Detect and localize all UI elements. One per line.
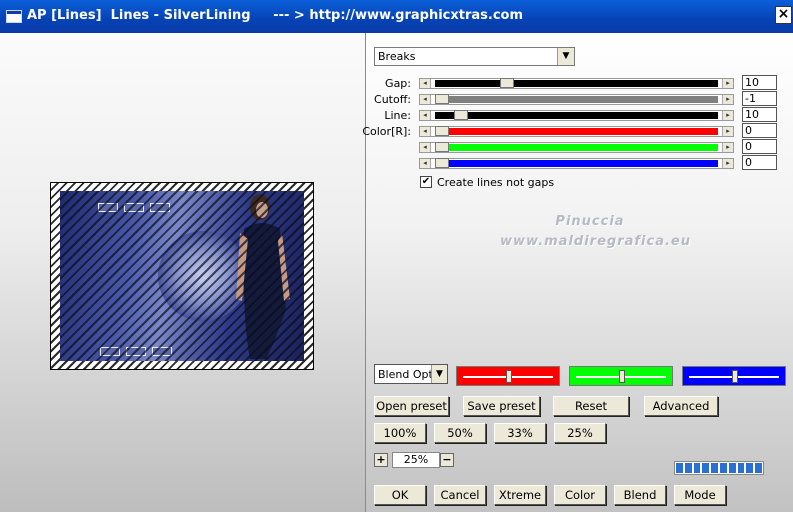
slider-thumb[interactable]: [435, 126, 449, 136]
arrow-left-icon[interactable]: ◂: [420, 159, 431, 168]
slider-track[interactable]: [435, 96, 718, 103]
slider-thumb[interactable]: [500, 78, 515, 88]
watermark-name: Pinuccia: [555, 214, 625, 229]
arrow-left-icon[interactable]: ◂: [420, 111, 431, 120]
slider-value-field[interactable]: 0: [742, 123, 777, 138]
preview-frame[interactable]: [50, 182, 314, 370]
slider-thumb[interactable]: [435, 94, 449, 104]
color-button[interactable]: Color: [554, 485, 606, 505]
mode-button[interactable]: Mode: [674, 485, 726, 505]
progress-segment: [755, 463, 762, 473]
arrow-right-icon[interactable]: ▸: [722, 159, 733, 168]
slider-thumb[interactable]: [435, 142, 449, 152]
arrow-right-icon[interactable]: ▸: [722, 143, 733, 152]
arrow-left-icon[interactable]: ◂: [420, 95, 431, 104]
slider-label: Gap:: [385, 77, 411, 90]
slider-track[interactable]: [435, 160, 718, 167]
zoom-25-button[interactable]: 25%: [554, 423, 606, 443]
blue-color-slider[interactable]: [682, 366, 786, 386]
zoom-50-button[interactable]: 50%: [434, 423, 486, 443]
close-button[interactable]: ×: [775, 6, 792, 24]
parameter-slider[interactable]: ◂ ▸: [419, 158, 734, 169]
arrow-right-icon[interactable]: ▸: [722, 127, 733, 136]
reset-button[interactable]: Reset: [553, 396, 629, 416]
swatch-knob[interactable]: [619, 370, 625, 383]
slider-value-field[interactable]: -1: [742, 91, 777, 106]
progress-segment: [711, 463, 718, 473]
zoom-in-button[interactable]: +: [374, 453, 388, 467]
slider-track[interactable]: [435, 128, 718, 135]
arrow-right-icon[interactable]: ▸: [722, 111, 733, 120]
slider-thumb[interactable]: [435, 158, 449, 168]
create-lines-label: Create lines not gaps: [437, 176, 555, 189]
zoom-100-button[interactable]: 100%: [374, 423, 426, 443]
preset-dropdown[interactable]: Breaks ▼: [374, 47, 575, 66]
arrow-left-icon[interactable]: ◂: [420, 143, 431, 152]
parameter-slider[interactable]: ◂ ▸: [419, 94, 734, 105]
blend-options-value: Blend Options: [378, 368, 432, 381]
progress-bar: [674, 461, 764, 475]
progress-segment: [719, 463, 727, 473]
progress-segment: [702, 463, 710, 473]
ok-button[interactable]: OK: [374, 485, 426, 505]
slider-value-field[interactable]: 0: [742, 155, 777, 170]
arrow-right-icon[interactable]: ▸: [722, 79, 733, 88]
slider-value-field[interactable]: 10: [742, 75, 777, 90]
progress-segment: [684, 463, 692, 473]
progress-segment: [676, 463, 683, 473]
progress-segment: [746, 463, 754, 473]
blend-button[interactable]: Blend: [614, 485, 666, 505]
zoom-out-button[interactable]: −: [440, 453, 454, 467]
arrow-left-icon[interactable]: ◂: [420, 79, 431, 88]
parameter-slider[interactable]: ◂ ▸: [419, 126, 734, 137]
progress-segment: [737, 463, 745, 473]
slider-track[interactable]: [435, 144, 718, 151]
arrow-left-icon[interactable]: ◂: [420, 127, 431, 136]
slider-label: Cutoff:: [374, 93, 411, 106]
save-preset-button[interactable]: Save preset: [463, 396, 540, 416]
create-lines-checkbox[interactable]: ✔: [420, 176, 432, 188]
open-preset-button[interactable]: Open preset: [374, 396, 449, 416]
preview-hatch: [60, 191, 304, 361]
chevron-down-icon[interactable]: ▼: [431, 365, 447, 383]
window-title: AP [Lines] Lines - SilverLining --- > ht…: [27, 8, 524, 23]
zoom-field[interactable]: 25%: [392, 452, 440, 468]
parameter-slider[interactable]: ◂ ▸: [419, 142, 734, 153]
swatch-knob[interactable]: [506, 370, 512, 383]
slider-thumb[interactable]: [453, 110, 468, 120]
advanced-button[interactable]: Advanced: [644, 396, 718, 416]
slider-value-field[interactable]: 0: [742, 139, 777, 154]
parameter-slider[interactable]: ◂ ▸: [419, 78, 734, 89]
red-color-slider[interactable]: [456, 366, 560, 386]
zoom-33-button[interactable]: 33%: [494, 423, 546, 443]
arrow-right-icon[interactable]: ▸: [722, 95, 733, 104]
parameter-slider[interactable]: ◂ ▸: [419, 110, 734, 121]
title-bar: AP [Lines] Lines - SilverLining --- > ht…: [0, 0, 793, 33]
slider-label: Line:: [384, 109, 411, 122]
progress-segment: [693, 463, 701, 473]
watermark: Pinuccia www.maldiregrafica.eu: [500, 212, 691, 252]
progress-segment: [728, 463, 736, 473]
green-color-slider[interactable]: [569, 366, 673, 386]
blend-options-select[interactable]: Blend Options ▼: [374, 364, 448, 384]
preview-image: [60, 191, 304, 361]
window-icon: [6, 10, 22, 23]
swatch-knob[interactable]: [732, 370, 738, 383]
chevron-down-icon[interactable]: ▼: [557, 48, 574, 65]
slider-track[interactable]: [435, 80, 718, 87]
slider-value-field[interactable]: 10: [742, 107, 777, 122]
xtreme-button[interactable]: Xtreme: [494, 485, 546, 505]
cancel-button[interactable]: Cancel: [434, 485, 486, 505]
slider-label: Color[R]:: [362, 125, 411, 138]
watermark-url: www.maldiregrafica.eu: [500, 234, 691, 249]
slider-track[interactable]: [435, 112, 718, 119]
preset-dropdown-value: Breaks: [378, 50, 416, 63]
